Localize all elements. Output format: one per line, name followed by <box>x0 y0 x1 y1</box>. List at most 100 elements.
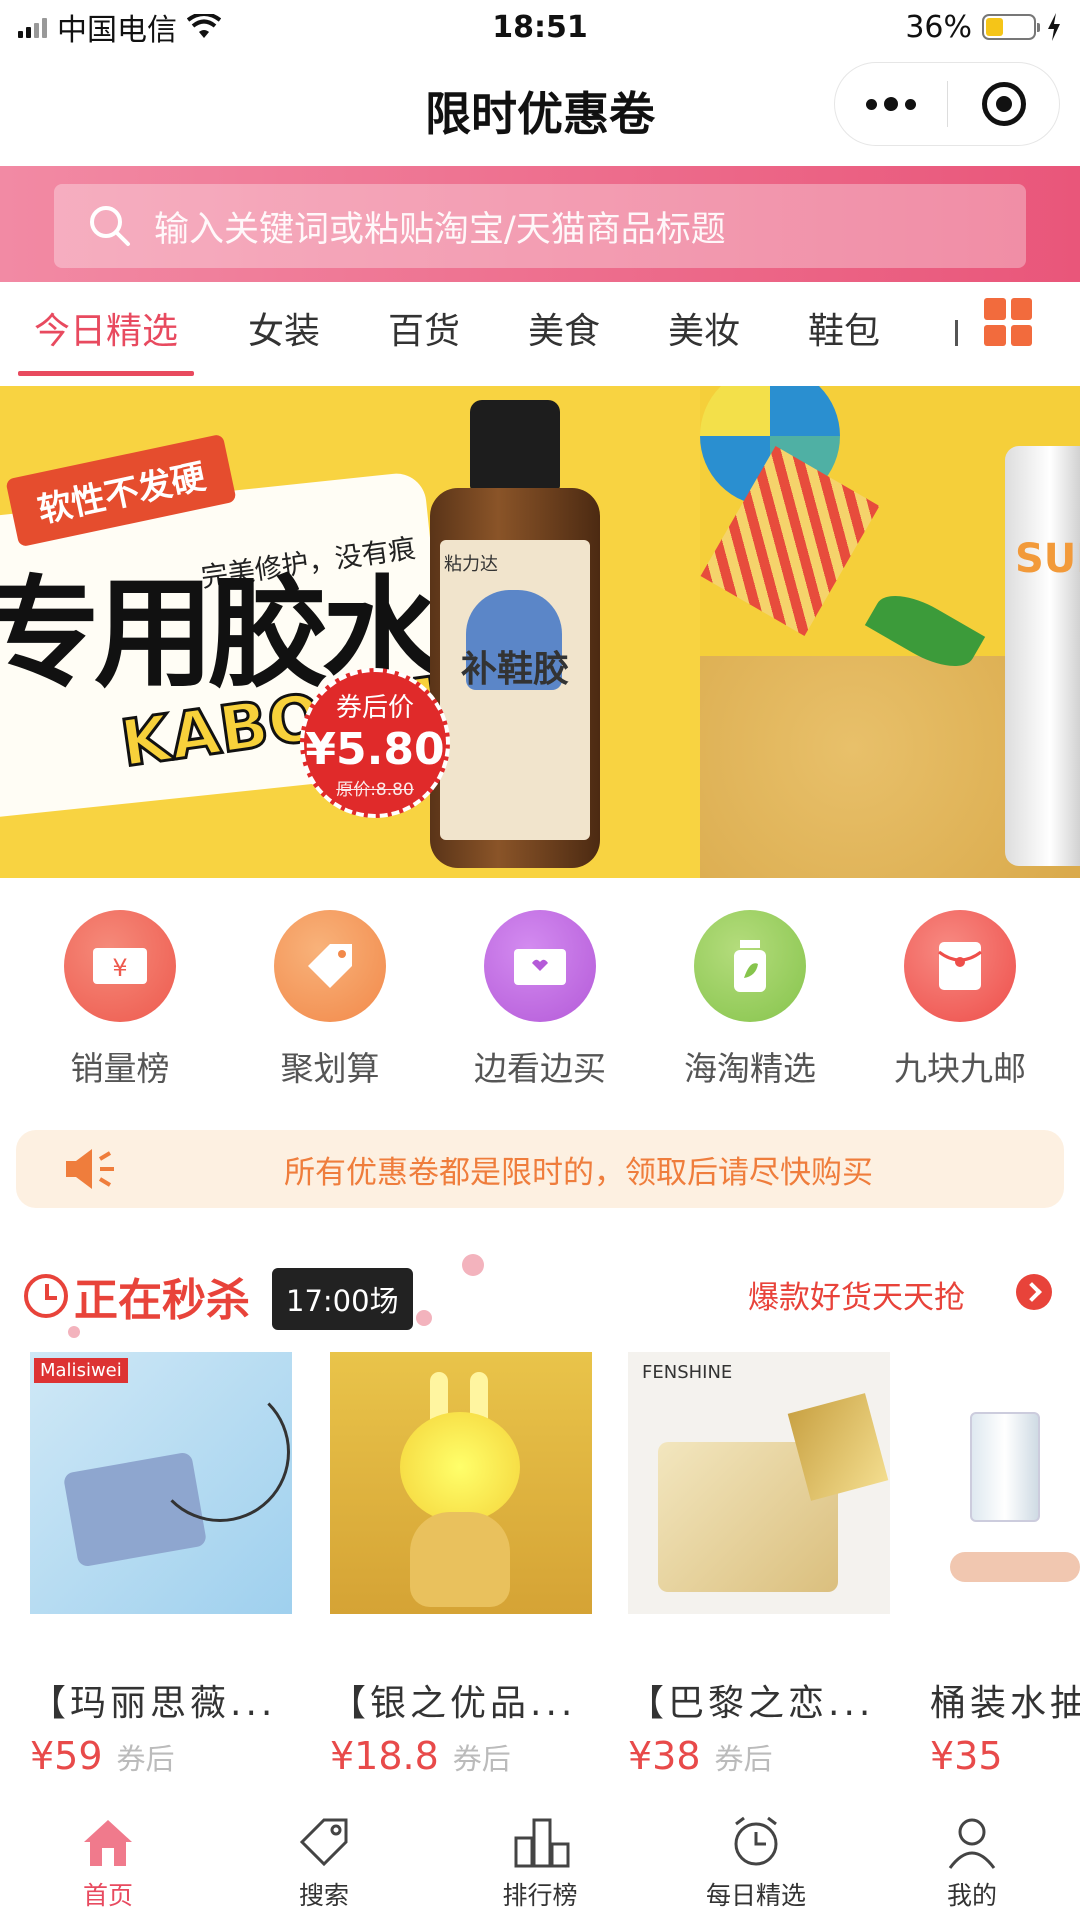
target-icon <box>981 82 1026 126</box>
price-badge: 券后价 ¥5.80 原价:8.80 <box>300 668 450 818</box>
status-right: 36% <box>905 10 1062 45</box>
category-tabs: 今日精选 女装 百货 美食 美妆 鞋包 <box>0 282 1080 382</box>
product-price: ¥35 <box>930 1734 1003 1772</box>
quick-links: ¥ 销量榜 聚划算 边看边买 海淘精选 九块九邮 <box>0 910 1080 1100</box>
wifi-icon <box>187 14 221 38</box>
bottle-brand: 粘力达 <box>444 554 498 575</box>
tabbar-label: 搜索 <box>298 1881 349 1910</box>
ticket-icon: ¥ <box>64 910 176 1022</box>
charging-icon <box>1048 13 1060 41</box>
chevron-right-icon[interactable] <box>1016 1274 1052 1310</box>
app-page: 中国电信 18:51 36% 限时优惠卷 输入关键词或粘贴淘宝/天猫商品标题 今… <box>0 0 1080 1920</box>
tab-beauty[interactable]: 美妆 <box>668 302 740 364</box>
coupon-tag: 券后 <box>452 1742 511 1772</box>
tabbar-home[interactable]: 首页 <box>8 1800 208 1912</box>
search-input[interactable]: 输入关键词或粘贴淘宝/天猫商品标题 <box>54 184 1026 268</box>
notice-bar: 所有优惠卷都是限时的，领取后请尽快购买 <box>16 1130 1064 1208</box>
product-image-perfume: FENSHINE <box>628 1352 890 1614</box>
product-card[interactable]: FENSHINE 【巴黎之恋... ¥38 券后 <box>628 1352 890 1772</box>
quick-link-nine-nine[interactable]: 九块九邮 <box>860 910 1060 1090</box>
product-card[interactable]: Malisiwei 【玛丽思薇... ¥59 券后 <box>30 1352 292 1772</box>
flash-sale-session: 17:00场 <box>272 1268 413 1330</box>
coupon-tag: 券后 <box>714 1742 773 1772</box>
quick-link-label: 海淘精选 <box>684 1049 816 1088</box>
tabbar-label: 排行榜 <box>502 1881 578 1910</box>
bottle-name: 补鞋胶 <box>460 649 569 690</box>
tabbar-search[interactable]: 搜索 <box>224 1800 424 1912</box>
product-name: 【银之优品... <box>330 1683 577 1724</box>
tag-search-icon <box>296 1814 352 1870</box>
original-price: 原价:8.80 <box>336 779 414 800</box>
clock-icon <box>24 1274 68 1318</box>
quick-link-label: 聚划算 <box>280 1049 380 1088</box>
flash-sale-header: 正在秒杀 17:00场 爆款好货天天抢 <box>0 1250 1080 1338</box>
battery-icon <box>982 14 1040 40</box>
svg-text:¥: ¥ <box>112 954 127 982</box>
mini-program-capsule <box>834 62 1060 146</box>
product-image-handbag: Malisiwei <box>30 1352 292 1614</box>
spray-label: SUN <box>1015 536 1080 582</box>
envelope-heart-icon <box>484 910 596 1022</box>
quick-link-sales-rank[interactable]: ¥ 销量榜 <box>20 910 220 1090</box>
quick-link-juhuasuan[interactable]: 聚划算 <box>230 910 430 1090</box>
flash-sale-more-link[interactable]: 爆款好货天天抢 <box>748 1272 965 1317</box>
tab-womens-clothing[interactable]: 女装 <box>248 302 320 364</box>
product-card[interactable]: 【银之优品... ¥18.8 券后 <box>330 1352 592 1772</box>
quick-link-overseas[interactable]: 海淘精选 <box>650 910 850 1090</box>
title-bar: 限时优惠卷 <box>0 54 1080 166</box>
search-placeholder: 输入关键词或粘贴淘宝/天猫商品标题 <box>154 209 726 250</box>
grid-menu-icon[interactable] <box>984 298 1032 346</box>
tab-food[interactable]: 美食 <box>528 302 600 364</box>
coupon-tag: 券后 <box>116 1742 175 1772</box>
product-card[interactable]: 桶装水抽 ¥35 <box>930 1352 1080 1772</box>
product-price: ¥59 <box>30 1734 103 1772</box>
bottom-tab-bar: 首页 搜索 排行榜 每日精选 我的 <box>0 1800 1080 1920</box>
price-label: 券后价 <box>335 692 414 723</box>
tabbar-label: 我的 <box>946 1881 997 1910</box>
banner-slide-sunscreen[interactable]: SUN <box>700 386 1080 878</box>
speaker-icon <box>64 1147 124 1191</box>
price-tag-icon <box>274 910 386 1022</box>
product-price-row: ¥59 券后 <box>30 1734 292 1772</box>
sunscreen-spray-image <box>1005 446 1080 866</box>
product-price-row: ¥35 <box>930 1734 1080 1772</box>
product-name: 【巴黎之恋... <box>628 1683 875 1724</box>
tab-overflow-mark <box>955 320 958 346</box>
product-brand-mark: FENSHINE <box>642 1362 733 1383</box>
quick-link-watch-buy[interactable]: 边看边买 <box>440 910 640 1090</box>
tab-general-goods[interactable]: 百货 <box>388 302 460 364</box>
close-miniprogram-button[interactable] <box>948 82 1059 126</box>
carrier-label: 中国电信 <box>57 13 177 48</box>
tabbar-label: 每日精选 <box>705 1881 806 1910</box>
promo-banner[interactable]: 软性不发硬 完美修护，没有痕 专用胶水 KABOOM 粘力达 补鞋胶 券后价 ¥… <box>0 386 1080 878</box>
quick-link-label: 九块九邮 <box>894 1049 1026 1088</box>
status-left: 中国电信 <box>18 5 221 49</box>
tabbar-profile[interactable]: 我的 <box>872 1800 1072 1912</box>
product-brand-mark: Malisiwei <box>34 1358 128 1383</box>
product-price-row: ¥18.8 券后 <box>330 1734 592 1772</box>
decor-dot <box>462 1254 484 1276</box>
product-name: 【玛丽思薇... <box>30 1683 277 1724</box>
bottle-leaf-icon <box>694 910 806 1022</box>
search-icon <box>90 206 130 246</box>
product-image-rabbit-lamp <box>330 1352 592 1614</box>
notice-text: 所有优惠卷都是限时的，领取后请尽快购买 <box>284 1154 873 1191</box>
battery-percent: 36% <box>905 9 972 45</box>
flash-sale-title: 正在秒杀 <box>74 1275 250 1326</box>
quick-link-label: 边看边买 <box>474 1049 606 1088</box>
banner-slide-shoe-glue[interactable]: 软性不发硬 完美修护，没有痕 专用胶水 KABOOM 粘力达 补鞋胶 券后价 ¥… <box>0 386 700 878</box>
battery-fill <box>986 18 1003 36</box>
flash-sale-products: Malisiwei 【玛丽思薇... ¥59 券后 【银之优品... ¥18.8… <box>0 1352 1080 1772</box>
tab-shoes-bags[interactable]: 鞋包 <box>808 302 880 364</box>
product-name: 桶装水抽 <box>930 1683 1080 1724</box>
quick-link-label: 销量榜 <box>70 1049 170 1088</box>
tabbar-ranking[interactable]: 排行榜 <box>440 1800 640 1912</box>
status-bar: 中国电信 18:51 36% <box>0 0 1080 54</box>
tab-today-picks[interactable]: 今日精选 <box>17 302 195 376</box>
home-icon <box>80 1814 136 1870</box>
search-area: 输入关键词或粘贴淘宝/天猫商品标题 <box>0 166 1080 282</box>
tabbar-daily-picks[interactable]: 每日精选 <box>656 1800 856 1912</box>
decor-dot <box>416 1310 432 1326</box>
more-options-button[interactable] <box>835 63 947 145</box>
product-image-water-pump <box>930 1352 1080 1614</box>
